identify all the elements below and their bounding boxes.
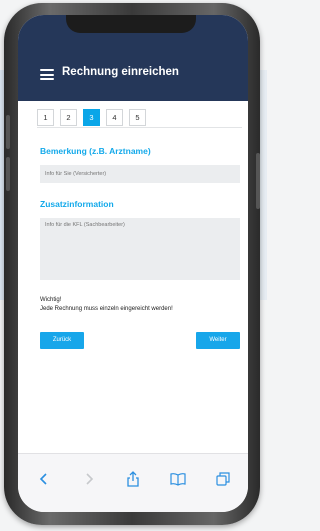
page-title: Rechnung einreichen [62,66,179,78]
share-icon[interactable] [125,471,141,487]
additional-info-label: Zusatzinformation [40,199,114,209]
additional-info-textarea[interactable] [40,218,240,280]
remark-input[interactable] [40,165,240,183]
step-indicator: 1 2 3 4 5 [37,109,242,128]
step-3-active[interactable]: 3 [83,109,100,126]
step-2[interactable]: 2 [60,109,77,126]
notice-text: Jede Rechnung muss einzeln eingereicht w… [40,306,173,312]
step-divider [37,127,242,128]
step-5[interactable]: 5 [129,109,146,126]
volume-down-button [6,157,10,191]
back-arrow-icon[interactable] [36,471,52,487]
forward-arrow-icon[interactable] [81,471,97,487]
menu-icon[interactable] [40,69,54,80]
remark-label: Bemerkung (z.B. Arztname) [40,146,151,156]
back-button[interactable]: Zurück [40,332,84,349]
camera-notch [66,15,196,33]
step-4[interactable]: 4 [106,109,123,126]
phone-screen: Rechnung einreichen 1 2 3 4 5 Bemerkung … [18,15,248,512]
browser-toolbar [18,453,248,512]
notice-title: Wichtig! [40,297,62,303]
next-button[interactable]: Weiter [196,332,240,349]
power-button [256,153,260,209]
tabs-icon[interactable] [215,471,231,487]
volume-up-button [6,115,10,149]
step-1[interactable]: 1 [37,109,54,126]
bookmarks-icon[interactable] [170,471,186,487]
phone-frame: Rechnung einreichen 1 2 3 4 5 Bemerkung … [4,3,260,525]
